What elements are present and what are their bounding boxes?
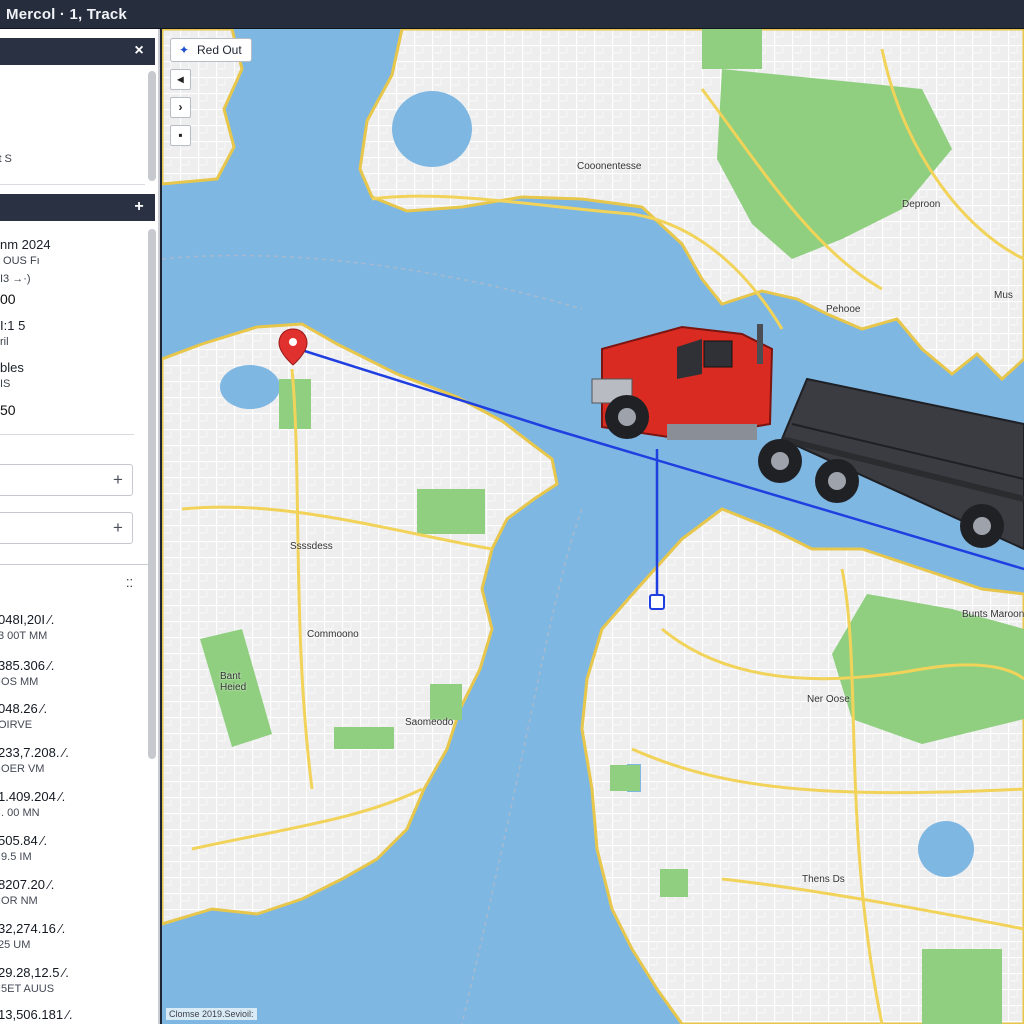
- park: [417, 489, 485, 534]
- list-item-sub: 3 00T MM: [0, 630, 48, 642]
- window-title: Mercol · 1, Track: [6, 6, 127, 23]
- list-item[interactable]: 048I,20I ⁄. 3 00T MM: [0, 612, 140, 657]
- divider: [0, 434, 134, 435]
- filter-field-1[interactable]: +: [0, 464, 133, 496]
- map-label: Commoono: [307, 629, 359, 640]
- list-item-sub: IOS MM: [0, 676, 39, 688]
- route-icon: ✦: [179, 43, 190, 57]
- list-item[interactable]: 29.28,12.5 ⁄. I5ET AUUS: [0, 965, 140, 1010]
- park: [922, 949, 1002, 1024]
- summary-value5: 50: [0, 402, 16, 418]
- summary-value4: IS: [0, 378, 11, 390]
- list-item-value: 048.26 ⁄.: [0, 701, 48, 716]
- map-label: Bant Heied: [220, 671, 247, 693]
- map-graphic: [162, 29, 1024, 1024]
- list-item-value: 048I,20I ⁄.: [0, 612, 55, 627]
- map-label: Mus: [994, 290, 1013, 301]
- list-item-value: 505.84 ⁄.: [0, 833, 48, 848]
- top-panel-header: ×: [0, 38, 155, 65]
- summary-sub1: OUS Fı: [0, 255, 40, 267]
- close-panel-button[interactable]: ×: [131, 42, 147, 60]
- second-panel-header: +: [0, 194, 155, 221]
- list-item[interactable]: 1.409.204 ⁄. I. 00 MN: [0, 789, 140, 834]
- map-label: Bunts Maroone: [962, 609, 1024, 620]
- list-item-value: 385.306 ⁄.: [0, 658, 55, 673]
- divider: [0, 184, 145, 185]
- title-bar: Mercol · 1, Track: [0, 0, 1024, 29]
- park: [610, 765, 640, 791]
- plus-icon[interactable]: +: [110, 471, 126, 489]
- lake-north: [392, 91, 472, 167]
- route-button[interactable]: ✦ Red Out: [170, 38, 252, 62]
- map-control-forward[interactable]: ›: [170, 97, 191, 118]
- add-button[interactable]: +: [131, 198, 147, 216]
- list-item[interactable]: 32,274.16 ⁄. 25 UM: [0, 921, 140, 966]
- map-attribution: Clomse 2019.Sevioil:: [166, 1008, 257, 1020]
- map-label: Cooonentesse: [577, 161, 642, 172]
- map-label: Ssssdess: [290, 541, 333, 552]
- list-item-value: 29.28,12.5 ⁄.: [0, 965, 69, 980]
- list-item-value: 8207.20 ⁄.: [0, 877, 55, 892]
- top-panel-badge: lt S: [0, 153, 12, 165]
- list-item[interactable]: 233,7.208. ⁄. IOER VM: [0, 745, 140, 790]
- summary-sub2: I3 →·): [0, 273, 31, 285]
- map-label: Thens Ds: [802, 874, 845, 885]
- park: [334, 727, 394, 749]
- route-button-label: Red Out: [197, 43, 242, 57]
- park: [702, 29, 762, 69]
- summary-value1: 00: [0, 291, 16, 307]
- lake-east: [918, 821, 974, 877]
- list-item[interactable]: 048.26 ⁄. OIRVE: [0, 701, 140, 746]
- map-canvas[interactable]: Cooonentesse Deproon Pehooe Mus Ssssdess…: [162, 29, 1024, 1024]
- summary-value3: ril: [0, 336, 9, 348]
- plus-icon[interactable]: +: [110, 519, 126, 537]
- list-item[interactable]: 505.84 ⁄. I9.5 IM: [0, 833, 140, 878]
- map-label: Ner Oose: [807, 694, 850, 705]
- map-control-back[interactable]: ◂: [170, 69, 191, 90]
- map-label: Pehooe: [826, 304, 861, 315]
- summary-date: nm 2024: [0, 237, 51, 252]
- list-item[interactable]: 13,506.181 ⁄.: [0, 1007, 140, 1024]
- list-item[interactable]: 385.306 ⁄. IOS MM: [0, 658, 140, 703]
- list-item-value: 32,274.16 ⁄.: [0, 921, 66, 936]
- sidebar: × lt S + nm 2024 OUS Fı I3 →·) 00 I:1 5 …: [0, 29, 160, 1024]
- app-window: Mercol · 1, Track × lt S + nm 2024 OUS F…: [0, 0, 1024, 1024]
- list-options-icon[interactable]: ⁚⁚: [126, 577, 133, 590]
- divider: [0, 564, 148, 565]
- map-label: Deproon: [902, 199, 941, 210]
- sidebar-scrollbar[interactable]: [148, 229, 156, 759]
- list-item-sub: I5ET AUUS: [0, 983, 55, 995]
- summary-value2: I:1 5: [0, 318, 26, 333]
- filter-field-2[interactable]: +: [0, 512, 133, 544]
- list-item-sub: IOR NM: [0, 895, 38, 907]
- list-item-value: 1.409.204 ⁄.: [0, 789, 66, 804]
- destination-marker-icon[interactable]: [649, 594, 665, 610]
- list-item-sub: OIRVE: [0, 719, 33, 731]
- list-item[interactable]: 8207.20 ⁄. IOR NM: [0, 877, 140, 922]
- park: [430, 684, 462, 720]
- list-item-value: 233,7.208. ⁄.: [0, 745, 69, 760]
- map-control-layers[interactable]: ▪: [170, 125, 191, 146]
- list-item-sub: 25 UM: [0, 939, 31, 951]
- top-panel-scrollbar[interactable]: [148, 71, 156, 181]
- lake-west: [220, 365, 280, 409]
- list-item-sub: I9.5 IM: [0, 851, 32, 863]
- list-item-sub: IOER VM: [0, 763, 45, 775]
- list-item-sub: I. 00 MN: [0, 807, 40, 819]
- summary-places-label: bles: [0, 360, 24, 375]
- list-item-value: 13,506.181 ⁄.: [0, 1007, 73, 1022]
- map-label: Saomeodo: [405, 717, 454, 728]
- land-east: [580, 507, 1024, 1024]
- park: [660, 869, 688, 897]
